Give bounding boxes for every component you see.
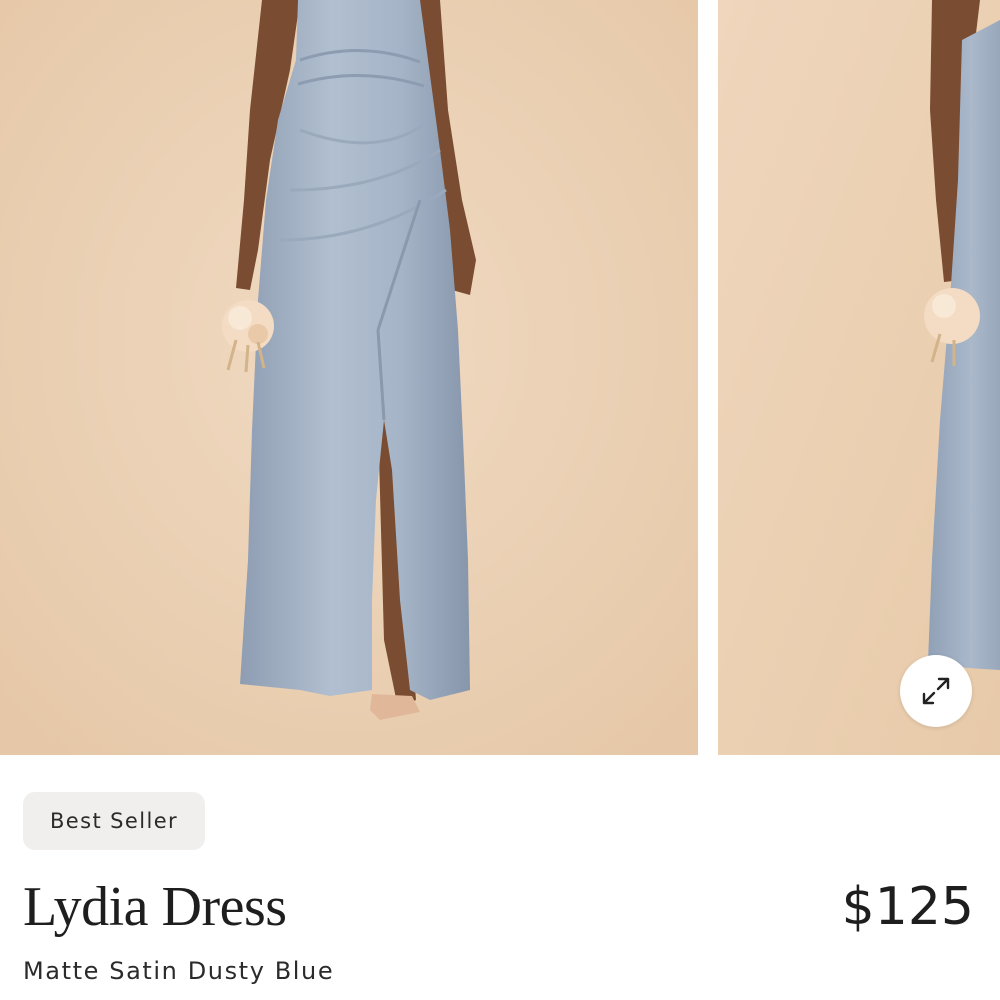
product-title[interactable]: Lydia Dress xyxy=(23,872,287,942)
product-image-gallery[interactable] xyxy=(0,0,1000,755)
expand-arrows-icon xyxy=(922,677,950,705)
product-color-subtitle: Matte Satin Dusty Blue xyxy=(23,957,335,985)
product-price: $125 xyxy=(841,877,974,937)
expand-image-button[interactable] xyxy=(900,655,972,727)
best-seller-badge: Best Seller xyxy=(23,792,206,850)
product-photo-secondary-image xyxy=(718,0,1000,755)
product-photo-secondary[interactable] xyxy=(718,0,1000,755)
product-photo-main-image xyxy=(0,0,698,755)
product-photo-main[interactable] xyxy=(0,0,698,755)
